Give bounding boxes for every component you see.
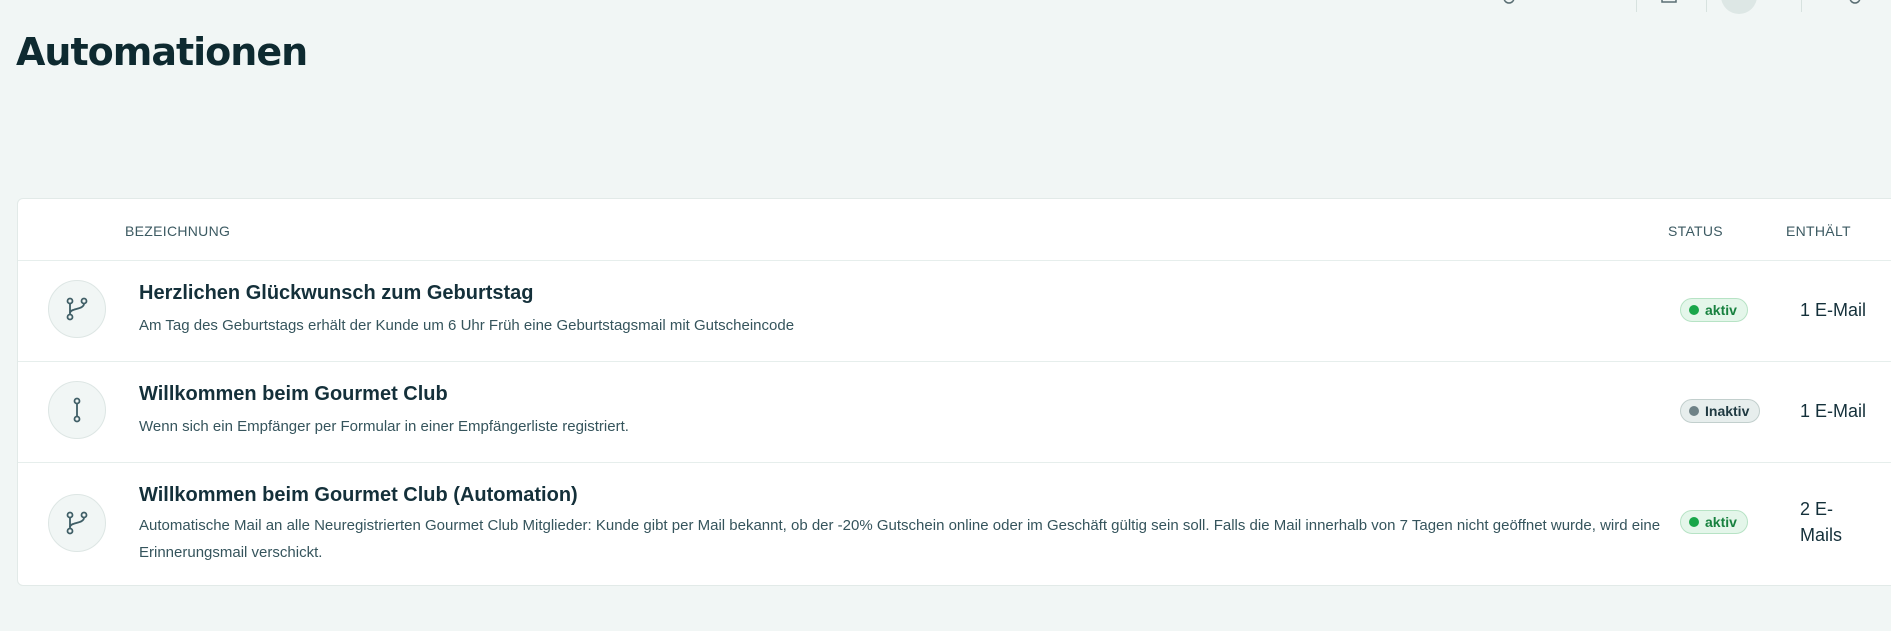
- table-row[interactable]: Herzlichen Glückwunsch zum Geburtstag Am…: [18, 260, 1891, 362]
- email-count: 2 E-Mails: [1800, 499, 1843, 545]
- branch-icon: [48, 280, 106, 338]
- column-header-status[interactable]: STATUS: [1668, 223, 1723, 239]
- status-badge: aktiv: [1680, 510, 1748, 534]
- status-label: aktiv: [1705, 514, 1737, 530]
- status-dot: [1689, 305, 1699, 315]
- toolbar-divider: [1706, 0, 1707, 12]
- automation-description: Automatische Mail an alle Neuregistriert…: [139, 517, 1661, 561]
- table-header: BEZEICHNUNG STATUS ENTHÄLT: [18, 199, 1891, 261]
- toolbar-divider: [1636, 0, 1637, 12]
- linear-flow-icon: [48, 381, 106, 439]
- toolbar-divider: [1801, 0, 1802, 12]
- automations-table: BEZEICHNUNG STATUS ENTHÄLT Herzlichen Gl…: [17, 198, 1891, 586]
- avatar[interactable]: [1721, 0, 1757, 14]
- status-badge: Inaktiv: [1680, 399, 1761, 423]
- status-dot: [1689, 517, 1699, 527]
- page-title: Automationen: [16, 30, 308, 74]
- status-badge: aktiv: [1680, 298, 1748, 322]
- email-count: 1 E-Mail: [1800, 300, 1867, 320]
- table-row[interactable]: Willkommen beim Gourmet Club Wenn sich e…: [18, 361, 1891, 463]
- automation-title[interactable]: Willkommen beim Gourmet Club (Automation…: [139, 484, 578, 507]
- table-row[interactable]: Willkommen beim Gourmet Club (Automation…: [18, 462, 1891, 586]
- automation-description: Am Tag des Geburtstags erhält der Kunde …: [139, 317, 795, 334]
- status-label: Inaktiv: [1705, 403, 1750, 419]
- email-count: 1 E-Mail: [1800, 401, 1867, 421]
- automation-title[interactable]: Herzlichen Glückwunsch zum Geburtstag: [139, 282, 534, 305]
- column-header-name[interactable]: BEZEICHNUNG: [125, 223, 230, 239]
- settings-icon[interactable]: [1848, 0, 1862, 8]
- column-header-contains[interactable]: ENTHÄLT: [1786, 223, 1851, 239]
- status-dot: [1689, 406, 1699, 416]
- help-icon[interactable]: [1502, 0, 1516, 8]
- branch-icon: [48, 494, 106, 552]
- automation-title[interactable]: Willkommen beim Gourmet Club: [139, 383, 448, 406]
- status-label: aktiv: [1705, 302, 1737, 318]
- top-toolbar: [0, 0, 1891, 14]
- calendar-icon[interactable]: [1661, 0, 1677, 8]
- automation-description: Wenn sich ein Empfänger per Formular in …: [139, 418, 629, 435]
